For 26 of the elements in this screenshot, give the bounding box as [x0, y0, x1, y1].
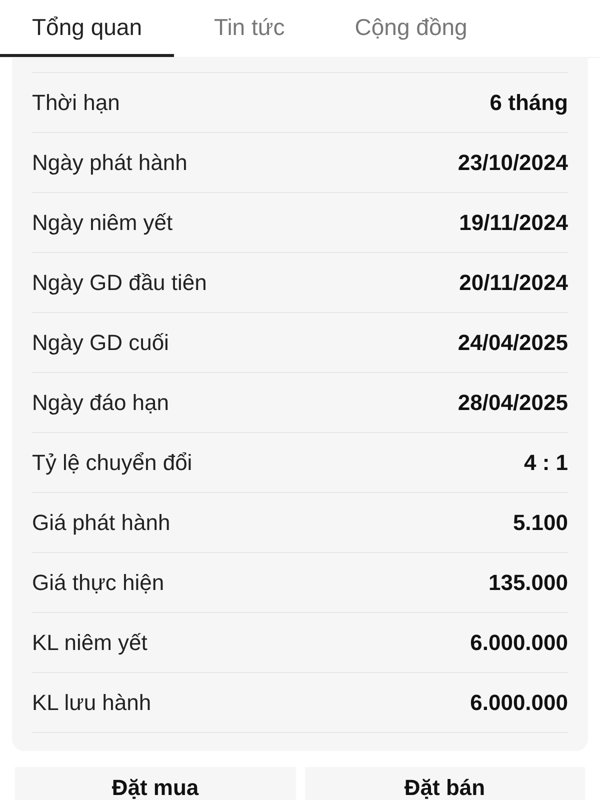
detail-label: Tỷ lệ chuyển đổi	[32, 449, 192, 477]
detail-label: Ngày đáo hạn	[32, 389, 169, 417]
detail-value: 135.000	[488, 569, 568, 597]
detail-label: Ngày GD đầu tiên	[32, 269, 207, 297]
detail-label: Ngày phát hành	[32, 149, 188, 177]
detail-label: Thời hạn	[32, 89, 120, 117]
detail-value: 28/04/2025	[458, 389, 568, 417]
sell-button[interactable]: Đặt bán	[304, 767, 585, 800]
detail-label: Giá thực hiện	[32, 569, 164, 597]
detail-label: Ngày GD cuối	[32, 329, 169, 357]
detail-value: 20/11/2024	[459, 269, 568, 297]
buy-button[interactable]: Đặt mua	[15, 767, 296, 800]
detail-label: KL lưu hành	[32, 689, 152, 717]
tab[interactable]: Cộng đồng	[324, 0, 498, 57]
detail-label: KL niêm yết	[32, 629, 148, 657]
detail-label: Giá phát hành	[32, 509, 170, 537]
detail-value: 5.100	[512, 509, 568, 537]
detail-value: 6.000.000	[470, 629, 568, 657]
detail-value: 6.000.000	[470, 689, 568, 717]
detail-value: 24/04/2025	[458, 329, 568, 357]
detail-value: 6 tháng	[490, 89, 568, 117]
detail-value: 19/11/2024	[459, 209, 568, 237]
tab[interactable]: Tin tức	[184, 0, 315, 57]
detail-label: Ngày niêm yết	[32, 209, 173, 237]
detail-value: 23/10/2024	[458, 149, 568, 177]
detail-value: 4 : 1	[524, 449, 568, 477]
